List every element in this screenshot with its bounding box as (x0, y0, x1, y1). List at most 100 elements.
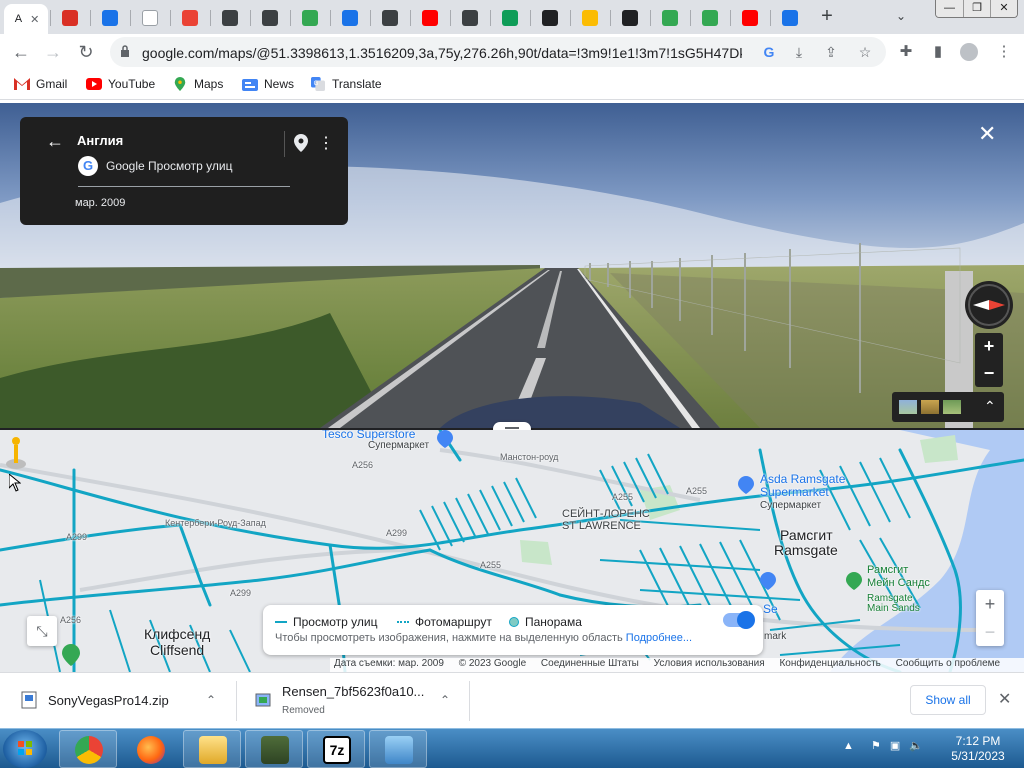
google-lens-icon[interactable]: G (760, 43, 778, 61)
zoom-in-button[interactable]: + (975, 333, 1003, 360)
side-panel-icon[interactable]: ▮ (928, 42, 948, 62)
layer-panorama[interactable]: Панорама (509, 615, 582, 629)
tab-separator (490, 10, 491, 26)
zoom-out-button[interactable]: − (975, 360, 1003, 387)
map-zoom-out-button[interactable]: − (976, 618, 1004, 646)
browser-tab[interactable] (652, 4, 688, 32)
bookmark-news[interactable]: News (242, 77, 294, 91)
imagery-thumbnails[interactable]: ⌃ (892, 392, 1004, 422)
pegman-icon[interactable] (5, 436, 27, 470)
location-pin-icon[interactable] (294, 134, 308, 152)
street-view-layer-toggle[interactable] (723, 611, 755, 629)
collapse-map-icon[interactable]: ⤡ (27, 616, 57, 646)
minimize-button[interactable]: — (936, 0, 963, 17)
chevron-down-icon[interactable]: ⌄ (896, 9, 906, 23)
browser-tab[interactable] (252, 4, 288, 32)
taskbar-app[interactable] (245, 730, 303, 768)
learn-more-link[interactable]: Подробнее... (626, 632, 692, 644)
new-tab-button[interactable]: + (816, 6, 838, 28)
tray-expand-icon[interactable]: ▲ (843, 740, 854, 752)
forward-button[interactable]: → (41, 40, 65, 64)
taskbar-7zip[interactable]: 7z (307, 730, 365, 768)
bookmark-gmail[interactable]: Gmail (14, 77, 67, 91)
thumbnail-field[interactable] (921, 400, 939, 414)
chevron-up-icon[interactable]: ⌃ (206, 693, 216, 707)
taskbar-firefox[interactable] (121, 730, 179, 768)
shopping-cart-icon[interactable] (760, 572, 776, 590)
compass-icon[interactable] (965, 281, 1013, 329)
poi-asda-line2[interactable]: Supermarket (760, 485, 829, 499)
map-canvas[interactable]: Tesco Superstore Супермаркет Манстон-роу… (0, 430, 1024, 672)
profile-avatar[interactable] (960, 43, 978, 61)
street-view-panorama[interactable]: ← Англия ⋮ G Google Просмотр улиц мар. 2… (0, 103, 1024, 428)
browser-tab[interactable] (692, 4, 728, 32)
close-icon[interactable]: ✕ (978, 121, 996, 147)
thumbnail-grass[interactable] (943, 400, 961, 414)
reload-button[interactable]: ↻ (74, 40, 98, 64)
restore-button[interactable]: ❐ (963, 0, 990, 17)
more-vert-icon[interactable]: ⋮ (318, 133, 334, 153)
browser-tab[interactable] (132, 4, 168, 32)
bookmark-translate[interactable]: G Translate (310, 77, 382, 91)
close-icon[interactable]: ✕ (30, 13, 39, 26)
browser-tab[interactable] (412, 4, 448, 32)
browser-tab[interactable] (492, 4, 528, 32)
park-icon[interactable] (62, 644, 80, 666)
extensions-icon[interactable]: ✚ (896, 42, 916, 62)
network-icon[interactable]: ▣ (890, 740, 900, 752)
star-icon[interactable]: ☆ (856, 43, 874, 61)
shopping-cart-icon[interactable] (437, 430, 453, 448)
browser-tab[interactable] (332, 4, 368, 32)
poi-main-sands-ru-line2[interactable]: Мейн Сандс (867, 577, 930, 589)
attribution-terms[interactable]: Условия использования (654, 658, 765, 669)
browser-tab[interactable] (452, 4, 488, 32)
tab-strip: A ✕ + ⌄ — ❐ ✕ (0, 0, 1024, 34)
poi-main-sands-ru[interactable]: Рамсгит (867, 564, 908, 576)
thumbnail-sky[interactable] (899, 400, 917, 414)
browser-tab[interactable] (172, 4, 208, 32)
bookmark-maps[interactable]: Maps (172, 77, 223, 91)
expand-up-icon[interactable]: ⌃ (984, 398, 996, 415)
beach-icon[interactable] (846, 572, 862, 590)
chevron-up-icon[interactable]: ⌃ (440, 693, 450, 707)
share-icon[interactable]: ⇪ (822, 43, 840, 61)
tab-active-maps[interactable]: A ✕ (4, 4, 48, 34)
layer-photo-route[interactable]: Фотомаршрут (397, 615, 492, 629)
volume-icon[interactable]: 🔈 (909, 740, 923, 752)
browser-tab[interactable] (292, 4, 328, 32)
shopping-cart-icon[interactable] (738, 476, 754, 494)
flag-icon[interactable]: ⚑ (871, 740, 881, 752)
layer-street-view[interactable]: Просмотр улиц (275, 615, 377, 629)
bookmark-youtube[interactable]: YouTube (86, 77, 155, 91)
browser-tab[interactable] (92, 4, 128, 32)
show-all-downloads-button[interactable]: Show all (910, 685, 986, 715)
browser-tab[interactable] (372, 4, 408, 32)
install-icon[interactable]: ⤓ (790, 43, 808, 61)
taskbar-chrome[interactable] (59, 730, 117, 768)
menu-icon[interactable]: ⋮ (994, 42, 1014, 62)
attribution-region[interactable]: Соединенные Штаты (541, 658, 639, 669)
browser-tab[interactable] (212, 4, 248, 32)
start-button[interactable] (3, 730, 47, 768)
browser-tab[interactable] (612, 4, 648, 32)
browser-tab[interactable] (52, 4, 88, 32)
taskbar-control-panel[interactable] (369, 730, 427, 768)
system-clock[interactable]: 7:12 PM 5/31/2023 (938, 734, 1018, 764)
url-text[interactable]: google.com/maps/@51.3398613,1.3516209,3a… (142, 45, 742, 61)
address-bar[interactable]: google.com/maps/@51.3398613,1.3516209,3a… (110, 37, 886, 67)
close-icon[interactable]: ✕ (998, 689, 1011, 709)
back-arrow-icon[interactable]: ← (46, 131, 64, 152)
attribution-privacy[interactable]: Конфиденциальность (779, 658, 880, 669)
map-zoom-in-button[interactable]: + (976, 590, 1004, 618)
browser-tab[interactable] (532, 4, 568, 32)
attribution-report[interactable]: Сообщить о проблеме (896, 658, 1000, 669)
taskbar-explorer[interactable] (183, 730, 241, 768)
back-button[interactable]: ← (9, 40, 33, 64)
browser-tab[interactable] (772, 4, 808, 32)
download-item[interactable]: Rensen_7bf5623f0a10... Removed ⌃ (234, 673, 470, 729)
poi-asda[interactable]: Asda Ramsgate (760, 472, 845, 486)
browser-tab[interactable] (732, 4, 768, 32)
browser-tab[interactable] (572, 4, 608, 32)
download-item[interactable]: SonyVegasPro14.zip ⌃ (0, 673, 236, 729)
close-window-button[interactable]: ✕ (990, 0, 1017, 17)
